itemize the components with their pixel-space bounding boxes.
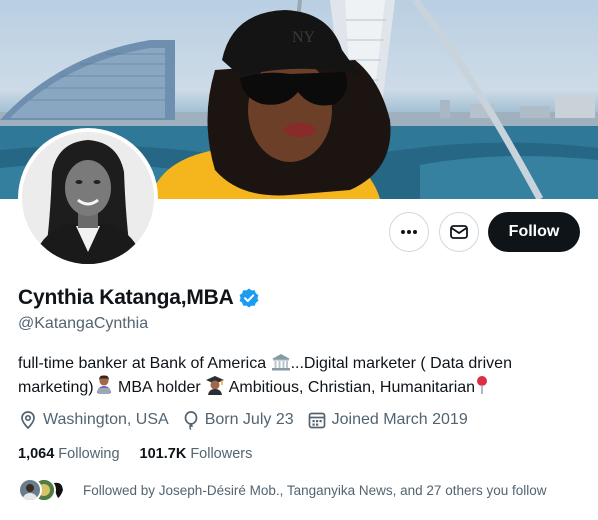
student-emoji-icon xyxy=(206,376,225,395)
username-handle: @KatangaCynthia xyxy=(18,315,149,332)
followers-label: Followers xyxy=(190,446,253,462)
birthday-text: Born July 23 xyxy=(204,411,294,428)
following-count: 1,064 xyxy=(18,446,55,462)
follower-avatars xyxy=(18,478,74,502)
more-icon xyxy=(401,230,417,234)
follower-avatar xyxy=(18,478,42,502)
profile-photo xyxy=(22,132,154,264)
followers-count: 101.7K xyxy=(139,446,187,462)
followed-by-text: Followed by Joseph-Désiré Mob., Tanganyi… xyxy=(83,482,547,498)
balloon-icon xyxy=(184,411,198,430)
following-link[interactable]: 1,064 Following xyxy=(18,446,120,462)
bank-emoji-icon xyxy=(271,354,290,371)
profile-avatar[interactable] xyxy=(18,128,158,268)
profile-bio: full-time banker at Bank of America ...D… xyxy=(18,352,583,399)
location-text: Washington, USA xyxy=(43,411,169,428)
location-item: Washington, USA xyxy=(18,410,169,430)
follow-stats: 1,064 Following 101.7K Followers xyxy=(18,446,272,462)
bio-text-3: MBA holder xyxy=(113,379,206,396)
more-options-button[interactable] xyxy=(389,212,429,252)
birthday-item: Born July 23 xyxy=(182,410,294,430)
mail-icon xyxy=(450,225,468,239)
display-name: Cynthia Katanga,MBA xyxy=(18,286,234,309)
verified-badge-icon[interactable] xyxy=(238,287,260,309)
bio-text-4: Ambitious, Christian, Humanitarian xyxy=(225,379,476,396)
bio-text-1: full-time banker at Bank of America xyxy=(18,355,271,372)
follow-button[interactable]: Follow xyxy=(488,212,580,252)
message-button[interactable] xyxy=(439,212,479,252)
joined-text: Joined March 2019 xyxy=(331,411,468,428)
display-name-row: Cynthia Katanga,MBA xyxy=(18,286,260,310)
svg-text:NY: NY xyxy=(292,29,316,46)
location-pin-icon xyxy=(21,411,35,430)
calendar-icon xyxy=(308,412,325,429)
followers-link[interactable]: 101.7K Followers xyxy=(140,446,253,462)
profile-meta: Washington, USA Born July 23 Joined Marc… xyxy=(18,410,481,430)
following-label: Following xyxy=(58,446,120,462)
woman-technologist-emoji-icon xyxy=(96,375,111,394)
joined-item: Joined March 2019 xyxy=(307,410,468,430)
followers-you-know[interactable]: Followed by Joseph-Désiré Mob., Tanganyi… xyxy=(18,478,547,502)
round-pushpin-emoji-icon xyxy=(477,376,488,394)
